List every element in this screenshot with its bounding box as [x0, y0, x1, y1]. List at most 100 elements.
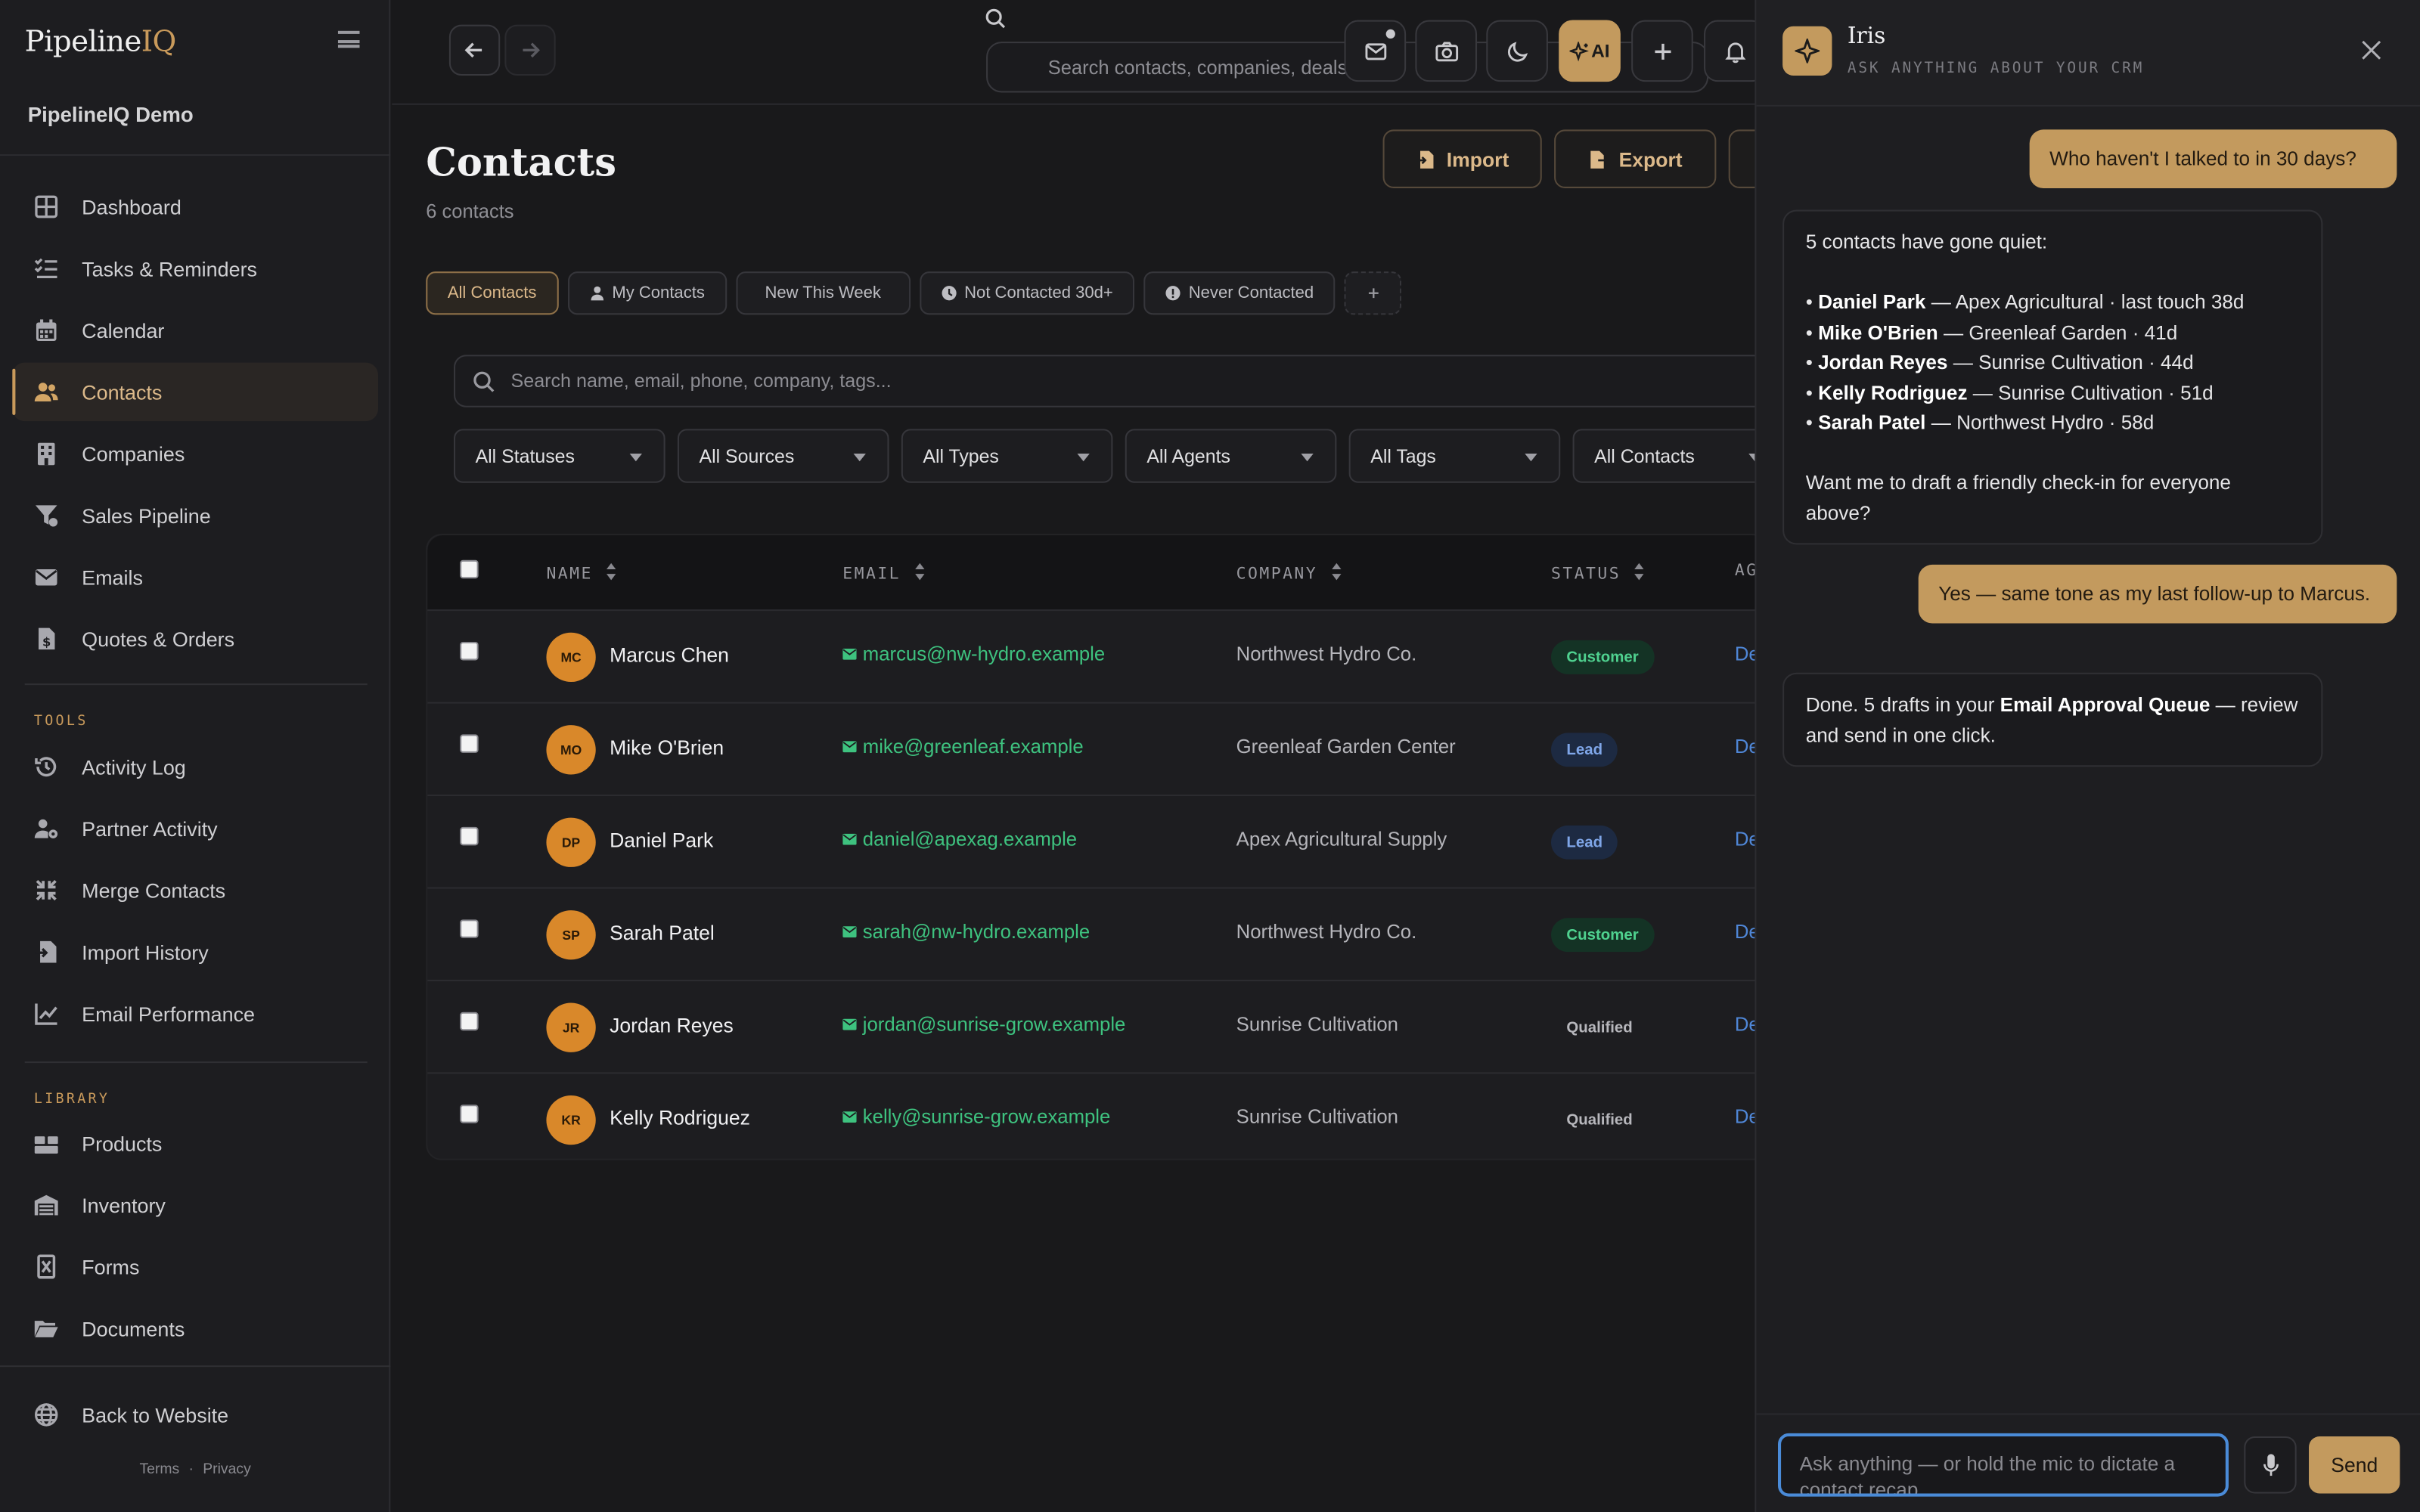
sidebar-item-tasks[interactable]: Tasks & Reminders	[12, 239, 378, 298]
dark-mode-toggle[interactable]	[1486, 20, 1548, 82]
type-filter[interactable]: All Types	[901, 429, 1113, 483]
sidebar-item-products[interactable]: Products	[12, 1114, 378, 1173]
contact-agent[interactable]: De	[1735, 1106, 1757, 1128]
back-button[interactable]	[448, 24, 501, 76]
view-chip-not-contacted[interactable]: Not Contacted 30d+	[919, 271, 1135, 315]
status-filter[interactable]: All Statuses	[453, 429, 666, 483]
sidebar-item-quotes-orders[interactable]: $ Quotes & Orders	[12, 609, 378, 668]
sidebar-item-import-history[interactable]: Import History	[12, 922, 378, 981]
sidebar-item-companies[interactable]: Companies	[12, 424, 378, 483]
sidebar-item-dashboard[interactable]: Dashboard	[12, 178, 378, 237]
row-checkbox[interactable]	[460, 1012, 479, 1031]
arrow-right-icon	[523, 42, 540, 58]
table-row[interactable]: MO Mike O'Brien mike@greenleaf.example Gree…	[427, 702, 1757, 795]
menu-icon[interactable]	[337, 30, 360, 48]
new-contact-button[interactable]	[1728, 129, 1757, 188]
add-view-button[interactable]	[1344, 271, 1402, 315]
agent-filter[interactable]: All Agents	[1125, 429, 1337, 483]
row-checkbox[interactable]	[460, 919, 479, 938]
source-filter[interactable]: All Sources	[677, 429, 889, 483]
close-icon[interactable]	[2361, 40, 2381, 60]
contact-agent[interactable]: De	[1735, 829, 1757, 850]
plus-icon	[1368, 288, 1379, 299]
sidebar-item-label: Inventory	[82, 1193, 166, 1217]
forward-button[interactable]	[504, 24, 556, 76]
tag-filter[interactable]: All Tags	[1348, 429, 1561, 483]
contact-email[interactable]: sarah@nw-hydro.example	[842, 921, 1090, 943]
view-chip-my-contacts[interactable]: My Contacts	[567, 271, 727, 315]
contact-email[interactable]: mike@greenleaf.example	[842, 736, 1084, 758]
privacy-link[interactable]: Privacy	[203, 1461, 251, 1478]
table-row[interactable]: MC Marcus Chen marcus@nw-hydro.example Nort…	[427, 609, 1757, 702]
assistant-name: Iris	[1847, 24, 1886, 50]
envelope-icon	[842, 926, 857, 937]
inbox-button[interactable]	[1344, 20, 1407, 82]
contact-name[interactable]: Jordan Reyes	[610, 1014, 734, 1037]
avatar: DP	[546, 817, 596, 867]
view-chip-all-contacts[interactable]: All Contacts	[426, 271, 558, 315]
contact-name[interactable]: Sarah Patel	[610, 921, 715, 944]
column-header-agent[interactable]: AG	[1735, 562, 1757, 580]
contact-agent[interactable]: De	[1735, 736, 1757, 758]
camera-icon	[1435, 41, 1458, 61]
view-chip-new-this-week[interactable]: New This Week	[735, 271, 911, 315]
sidebar-item-merge-contacts[interactable]: Merge Contacts	[12, 861, 378, 920]
table-row[interactable]: DP Daniel Park daniel@apexag.example Apex A…	[427, 795, 1757, 887]
row-checkbox[interactable]	[460, 826, 479, 846]
column-header-company[interactable]: COMPANY	[1236, 562, 1342, 583]
screenshot-button[interactable]	[1415, 20, 1478, 82]
column-header-name[interactable]: NAME	[546, 562, 617, 583]
footer-separator: ·	[188, 1461, 194, 1479]
column-header-status[interactable]: STATUS	[1551, 562, 1646, 583]
row-checkbox[interactable]	[460, 641, 479, 661]
terms-link[interactable]: Terms	[139, 1461, 179, 1478]
column-header-email[interactable]: EMAIL	[842, 562, 925, 583]
export-button[interactable]: Export	[1554, 129, 1717, 188]
sidebar-item-inventory[interactable]: Inventory	[12, 1176, 378, 1235]
send-button[interactable]: Send	[2309, 1436, 2400, 1494]
contact-email[interactable]: kelly@sunrise-grow.example	[842, 1106, 1110, 1128]
sidebar-item-emails[interactable]: Emails	[12, 547, 378, 606]
contact-agent[interactable]: De	[1735, 921, 1757, 943]
ai-assistant-button[interactable]: AI	[1559, 20, 1621, 82]
sidebar-item-forms[interactable]: Forms	[12, 1238, 378, 1297]
contact-name[interactable]: Mike O'Brien	[610, 736, 724, 759]
owner-filter[interactable]: All Contacts	[1572, 429, 1757, 483]
view-chip-never-contacted[interactable]: Never Contacted	[1143, 271, 1336, 315]
sidebar-item-calendar[interactable]: Calendar	[12, 301, 378, 360]
funnel-icon	[34, 503, 59, 528]
microphone-button[interactable]	[2244, 1436, 2297, 1494]
row-checkbox[interactable]	[460, 1105, 479, 1123]
table-row[interactable]: SP Sarah Patel sarah@nw-hydro.example North…	[427, 887, 1757, 979]
sidebar-item-contacts[interactable]: Contacts	[12, 362, 378, 422]
chat-input[interactable]: Ask anything — or hold the mic to dictat…	[1778, 1433, 2229, 1497]
contact-name[interactable]: Marcus Chen	[610, 643, 729, 667]
contact-agent[interactable]: De	[1735, 643, 1757, 665]
sidebar-item-activity-log[interactable]: Activity Log	[12, 738, 378, 797]
back-to-website-link[interactable]: Back to Website	[12, 1386, 378, 1445]
contact-name[interactable]: Kelly Rodriguez	[610, 1106, 750, 1129]
contact-email[interactable]: daniel@apexag.example	[842, 829, 1077, 850]
table-row[interactable]: JR Jordan Reyes jordan@sunrise-grow.exampl…	[427, 979, 1757, 1072]
status-badge: Lead	[1551, 733, 1618, 767]
sidebar-item-partner-activity[interactable]: Partner Activity	[12, 799, 378, 858]
contact-company: Northwest Hydro Co.	[1236, 643, 1417, 665]
sidebar-item-sales-pipeline[interactable]: Sales Pipeline	[12, 486, 378, 545]
warehouse-icon	[34, 1193, 59, 1218]
approval-queue-link[interactable]: Email Approval Queue	[2000, 692, 2211, 716]
contact-search-input[interactable]: Search name, email, phone, company, tags…	[453, 355, 1757, 407]
brand-logo[interactable]: PipelineIQ	[25, 25, 177, 59]
sidebar-item-email-performance[interactable]: Email Performance	[12, 984, 378, 1043]
contact-name[interactable]: Daniel Park	[610, 829, 713, 852]
contact-agent[interactable]: De	[1735, 1014, 1757, 1036]
select-all-checkbox[interactable]	[460, 559, 479, 579]
table-row[interactable]: KR Kelly Rodriguez kelly@sunrise-grow.exam…	[427, 1072, 1757, 1164]
contact-email[interactable]: jordan@sunrise-grow.example	[842, 1014, 1125, 1035]
quick-add-button[interactable]	[1631, 20, 1693, 82]
calendar-icon	[34, 318, 59, 342]
import-button[interactable]: Import	[1382, 129, 1542, 188]
workspace-name[interactable]: PipelineIQ Demo	[28, 104, 194, 127]
sidebar-item-documents[interactable]: Documents	[12, 1299, 378, 1358]
row-checkbox[interactable]	[460, 734, 479, 753]
contact-email[interactable]: marcus@nw-hydro.example	[842, 643, 1105, 665]
